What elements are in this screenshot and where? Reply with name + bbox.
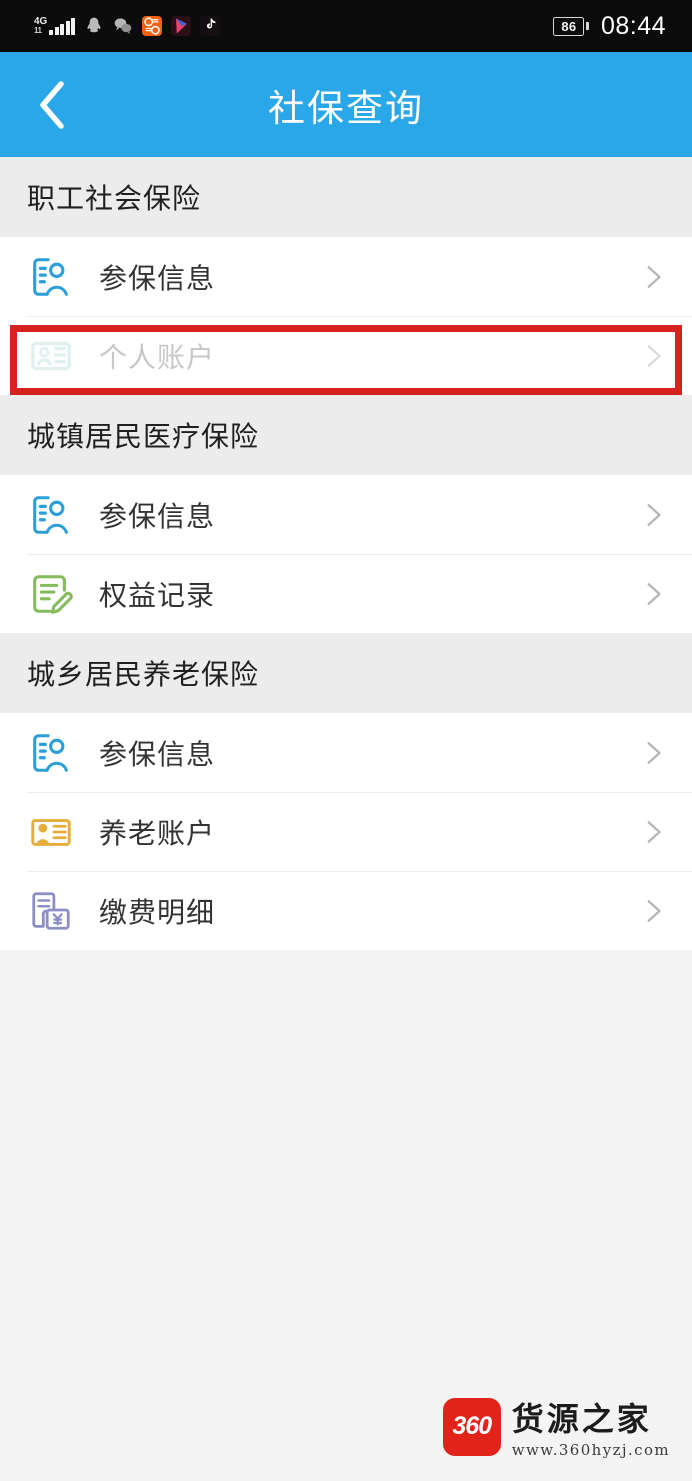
resume-person-icon bbox=[33, 495, 68, 534]
chevron-right-icon bbox=[647, 503, 661, 526]
douyin-icon bbox=[200, 16, 221, 36]
network-type-label: 4G 11 bbox=[34, 17, 47, 35]
battery-tip bbox=[585, 22, 589, 30]
battery-body: 86 bbox=[553, 16, 585, 36]
wechat-icon bbox=[113, 16, 133, 36]
person-card-icon bbox=[27, 808, 75, 856]
battery-percent-label: 86 bbox=[561, 18, 577, 34]
document-pencil-icon bbox=[27, 570, 75, 618]
status-bar-right: 86 08:44 bbox=[553, 12, 666, 41]
section-rows: 参保信息养老账户缴费明细 bbox=[0, 713, 692, 950]
resume-person-icon bbox=[33, 733, 68, 772]
qq-music-icon bbox=[142, 16, 163, 36]
watermark-logo: 360 bbox=[442, 1397, 501, 1456]
person-card-icon bbox=[31, 818, 71, 846]
phone-screen: 4G 11 86 08:44 社保查询 职工社会保险 参保信息 个人账户 城镇居… bbox=[0, 0, 692, 1481]
list-item-label: 个人账户 bbox=[99, 341, 216, 373]
receipt-yuan-icon bbox=[27, 887, 75, 935]
resume-person-icon bbox=[27, 253, 75, 301]
list-item[interactable]: 参保信息 bbox=[0, 713, 692, 792]
chevron-left-icon bbox=[40, 80, 64, 129]
list-item-label: 参保信息 bbox=[99, 738, 216, 770]
video-app-icon bbox=[171, 16, 192, 36]
signal-bars-icon bbox=[49, 18, 76, 35]
section-header: 城镇居民医疗保险 bbox=[0, 395, 692, 475]
chevron-right-icon bbox=[647, 899, 661, 922]
resume-person-icon bbox=[33, 257, 68, 296]
resume-person-icon bbox=[27, 491, 75, 539]
list-item[interactable]: 缴费明细 bbox=[0, 871, 692, 950]
list-item: 个人账户 bbox=[0, 316, 692, 395]
back-button[interactable] bbox=[22, 74, 84, 136]
document-pencil-icon bbox=[33, 574, 73, 614]
resume-person-icon bbox=[27, 729, 75, 777]
list-item[interactable]: 养老账户 bbox=[0, 792, 692, 871]
network-type-bottom: 11 bbox=[34, 26, 42, 35]
chevron-right-icon bbox=[647, 582, 661, 605]
app-header: 社保查询 bbox=[0, 52, 692, 157]
list-item-label: 参保信息 bbox=[99, 500, 216, 532]
chevron-right-icon bbox=[647, 344, 661, 367]
section-header: 职工社会保险 bbox=[0, 157, 692, 237]
list-item[interactable]: 权益记录 bbox=[0, 554, 692, 633]
page-title: 社保查询 bbox=[268, 87, 424, 129]
list-item[interactable]: 参保信息 bbox=[0, 475, 692, 554]
section-rows: 参保信息 个人账户 bbox=[0, 237, 692, 395]
section-rows: 参保信息 权益记录 bbox=[0, 475, 692, 633]
id-card-icon bbox=[27, 332, 75, 380]
settings-list: 职工社会保险 参保信息 个人账户 城镇居民医疗保险 参保信息 权益记录 城乡居民养老保险 参保… bbox=[0, 157, 692, 1481]
chevron-right-icon bbox=[647, 820, 661, 843]
status-bar: 4G 11 86 08:44 bbox=[0, 0, 692, 52]
qq-icon bbox=[84, 16, 104, 36]
receipt-yuan-icon bbox=[32, 891, 70, 930]
status-bar-clock: 08:44 bbox=[600, 11, 666, 40]
list-item-label: 参保信息 bbox=[99, 262, 216, 294]
chevron-right-icon bbox=[647, 741, 661, 764]
id-card-icon bbox=[31, 341, 71, 370]
list-item-label: 缴费明细 bbox=[99, 896, 216, 928]
list-item-label: 权益记录 bbox=[99, 579, 216, 611]
list-item[interactable]: 参保信息 bbox=[0, 237, 692, 316]
battery-icon: 86 bbox=[553, 16, 589, 36]
watermark-text: 货源之家 www.360hyzj.com bbox=[512, 1394, 670, 1459]
signal-strength-indicator: 4G 11 bbox=[34, 17, 76, 35]
section-header: 城乡居民养老保险 bbox=[0, 633, 692, 713]
chevron-right-icon bbox=[647, 265, 661, 288]
watermark-brand: 货源之家 bbox=[511, 1400, 652, 1438]
status-bar-left: 4G 11 bbox=[34, 16, 221, 36]
list-item-label: 养老账户 bbox=[99, 817, 216, 849]
watermark-url: www.360hyzj.com bbox=[511, 1441, 670, 1459]
watermark: 360 货源之家 www.360hyzj.com bbox=[442, 1394, 670, 1459]
